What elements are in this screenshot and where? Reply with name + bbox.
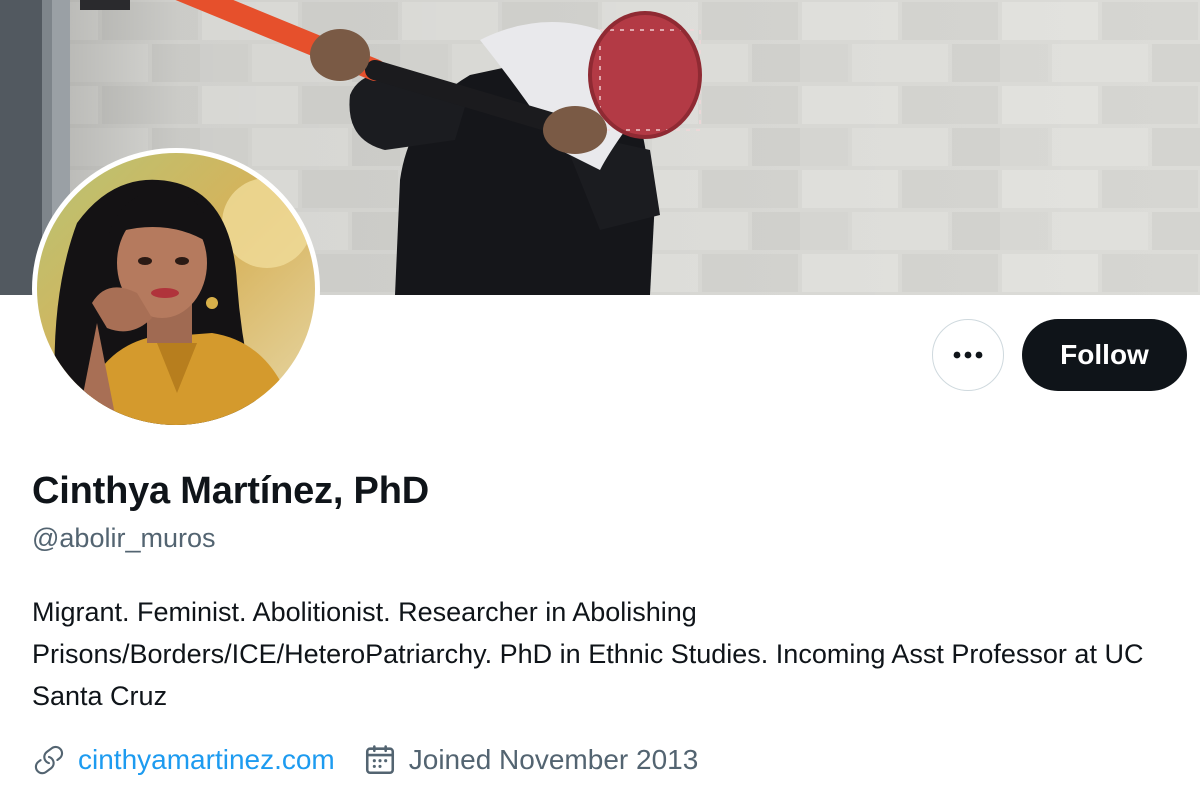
follow-button[interactable]: Follow (1022, 319, 1187, 391)
joined-date: Joined November 2013 (408, 744, 699, 775)
joined-item: Joined November 2013 (363, 743, 699, 777)
display-name: Cinthya Martínez, PhD (32, 470, 429, 512)
profile-meta: cinthyamartinez.com Joined November 2013 (32, 738, 698, 782)
website-item[interactable]: cinthyamartinez.com (32, 743, 335, 777)
avatar[interactable] (32, 148, 320, 430)
profile-bio: Migrant. Feminist. Abolitionist. Researc… (32, 597, 1144, 711)
website-link[interactable]: cinthyamartinez.com (78, 744, 335, 776)
calendar-icon (363, 743, 397, 777)
more-options-button[interactable] (932, 319, 1004, 391)
link-icon (32, 743, 66, 777)
more-horizontal-icon (953, 351, 983, 359)
user-handle: @abolir_muros (32, 523, 216, 553)
avatar-photo (37, 153, 315, 425)
